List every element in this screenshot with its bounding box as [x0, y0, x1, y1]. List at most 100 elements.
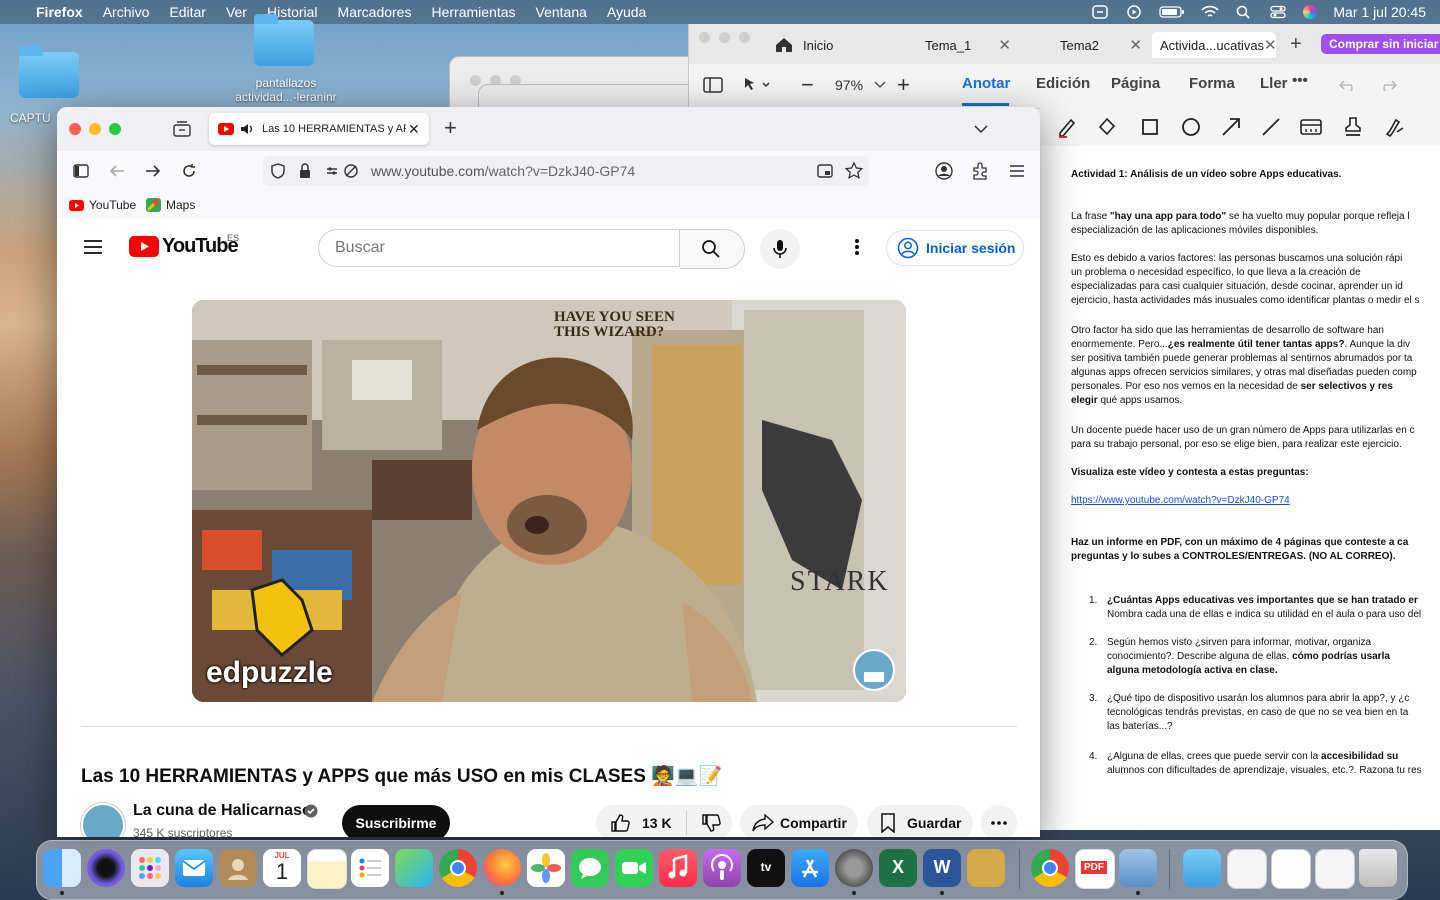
reminders-icon[interactable]	[351, 849, 389, 887]
time-machine-icon[interactable]	[1091, 5, 1109, 19]
preview-tab-inicio[interactable]: Inicio	[775, 32, 905, 58]
minimize-window-button[interactable]	[89, 123, 101, 135]
reload-icon[interactable]	[181, 163, 197, 179]
launchpad-icon[interactable]	[131, 849, 169, 887]
maps-icon[interactable]	[395, 849, 433, 887]
zoom-level[interactable]: 97%	[835, 77, 863, 93]
eraser-icon[interactable]	[1097, 116, 1117, 136]
pencil-icon[interactable]	[1057, 116, 1077, 138]
arrow-icon[interactable]	[1221, 117, 1241, 137]
more-actions-button[interactable]	[981, 805, 1017, 837]
menu-ventana[interactable]: Ventana	[536, 4, 587, 20]
chevron-down-icon[interactable]	[974, 124, 988, 134]
rectangle-icon[interactable]	[1141, 118, 1159, 136]
sign-in-button[interactable]: Iniciar sesión	[886, 230, 1024, 266]
cursor-tool-icon[interactable]	[743, 76, 773, 94]
apple-tv-icon[interactable]: tv	[747, 849, 785, 887]
archive-utility-icon[interactable]	[967, 849, 1005, 887]
png-file-icon[interactable]	[1315, 849, 1355, 889]
line-icon[interactable]	[1261, 117, 1281, 137]
url-bar[interactable]: www.youtube.com/watch?v=DzkJ40-GP74	[263, 156, 869, 186]
back-icon[interactable]	[109, 164, 125, 178]
thumbs-down-icon[interactable]	[701, 813, 721, 833]
more-options-icon[interactable]	[854, 238, 860, 256]
podcasts-icon[interactable]	[703, 849, 741, 887]
menu-tab-forma[interactable]: Forma	[1189, 75, 1235, 92]
zoom-window-button[interactable]	[109, 123, 121, 135]
preview-tab-tema2[interactable]: Tema2 ✕	[1060, 32, 1142, 58]
hamburger-menu-icon[interactable]	[1009, 164, 1025, 178]
bookmark-star-icon[interactable]	[845, 162, 863, 180]
spotlight-search-icon[interactable]	[1235, 5, 1253, 19]
menu-tab-edicion[interactable]: Edición	[1036, 75, 1090, 92]
menu-tab-anotar[interactable]: Anotar	[962, 75, 1010, 92]
siri-icon[interactable]	[87, 849, 125, 887]
preview-tab-tema1[interactable]: Tema_1 ✕	[925, 32, 1011, 58]
finder-icon[interactable]	[43, 849, 81, 887]
minimize-window-button[interactable]	[719, 32, 730, 43]
calendar-icon[interactable]: JUL 1	[263, 849, 301, 887]
mail-icon[interactable]	[175, 849, 213, 887]
channel-name[interactable]: La cuna de Halicarnaso	[133, 802, 312, 820]
voice-search-button[interactable]	[760, 229, 800, 269]
trash-icon[interactable]	[1359, 849, 1397, 887]
lock-icon[interactable]	[299, 163, 311, 179]
excel-icon[interactable]: X	[879, 849, 917, 887]
menu-marcadores[interactable]: Marcadores	[338, 4, 412, 20]
clock[interactable]: Mar 1 jul 20:45	[1333, 4, 1426, 20]
menu-tab-pagina[interactable]: Página	[1111, 75, 1160, 92]
chevron-down-icon[interactable]	[874, 80, 886, 90]
thumbs-up-icon[interactable]	[610, 813, 630, 833]
zoom-window-button[interactable]	[739, 32, 750, 43]
chrome-icon[interactable]	[439, 849, 477, 887]
sidebar-toggle-icon[interactable]	[703, 77, 723, 93]
preview-tab-actividad[interactable]: Activida...ucativas ✕	[1152, 32, 1277, 58]
text-box-icon[interactable]	[1299, 118, 1323, 136]
menu-editar[interactable]: Editar	[169, 4, 206, 20]
stamp-icon[interactable]	[1343, 116, 1363, 138]
channel-avatar[interactable]	[81, 803, 125, 837]
sidebar-icon[interactable]	[73, 164, 89, 178]
menu-tab-llenar[interactable]: Ller	[1260, 75, 1288, 92]
desktop-folder-icon[interactable]	[19, 46, 79, 98]
close-tab-icon[interactable]: ✕	[408, 121, 420, 138]
chrome-icon[interactable]	[1031, 849, 1069, 887]
undo-icon[interactable]	[1339, 78, 1357, 92]
account-icon[interactable]	[935, 162, 953, 180]
music-icon[interactable]	[659, 849, 697, 887]
menu-ayuda[interactable]: Ayuda	[607, 4, 646, 20]
forward-icon[interactable]	[145, 164, 161, 178]
downloads-folder-icon[interactable]	[1183, 849, 1221, 887]
hamburger-menu-icon[interactable]	[83, 239, 103, 255]
messages-icon[interactable]	[571, 849, 609, 887]
bookmark-maps[interactable]: Maps	[146, 198, 195, 212]
system-settings-icon[interactable]	[835, 849, 873, 887]
control-center-icon[interactable]	[1269, 5, 1287, 19]
close-tab-icon[interactable]: ✕	[1129, 36, 1142, 54]
menu-archivo[interactable]: Archivo	[103, 4, 150, 20]
speaker-icon[interactable]	[240, 123, 254, 135]
zoom-out-icon[interactable]: −	[801, 72, 814, 98]
photos-icon[interactable]	[527, 849, 565, 887]
new-tab-icon[interactable]: +	[1290, 33, 1302, 56]
firefox-icon[interactable]	[483, 849, 521, 887]
doc-video-link[interactable]: https://www.youtube.com/watch?v=DzkJ40-G…	[1071, 494, 1440, 508]
contacts-icon[interactable]	[219, 849, 257, 887]
battery-icon[interactable]	[1159, 5, 1185, 19]
new-tab-icon[interactable]: +	[444, 115, 457, 141]
app-store-icon[interactable]	[791, 849, 829, 887]
menu-app-name[interactable]: Firefox	[36, 4, 83, 20]
search-input[interactable]: Buscar	[318, 229, 680, 267]
facetime-icon[interactable]	[615, 849, 653, 887]
word-icon[interactable]: W	[923, 849, 961, 887]
menu-herramientas[interactable]: Herramientas	[431, 4, 515, 20]
extensions-icon[interactable]	[971, 162, 989, 180]
signature-icon[interactable]	[1385, 116, 1405, 138]
save-button[interactable]: Guardar	[867, 805, 973, 837]
youtube-logo[interactable]: YouTube	[129, 235, 239, 258]
close-tab-icon[interactable]: ✕	[998, 36, 1011, 54]
subscribe-button[interactable]: Suscribirme	[342, 805, 450, 837]
video-player[interactable]: HAVE YOU SEEN THIS WIZARD? STARK edpuzzl…	[192, 300, 906, 702]
png-file-icon[interactable]	[1227, 849, 1267, 889]
picture-in-picture-icon[interactable]	[817, 163, 833, 179]
